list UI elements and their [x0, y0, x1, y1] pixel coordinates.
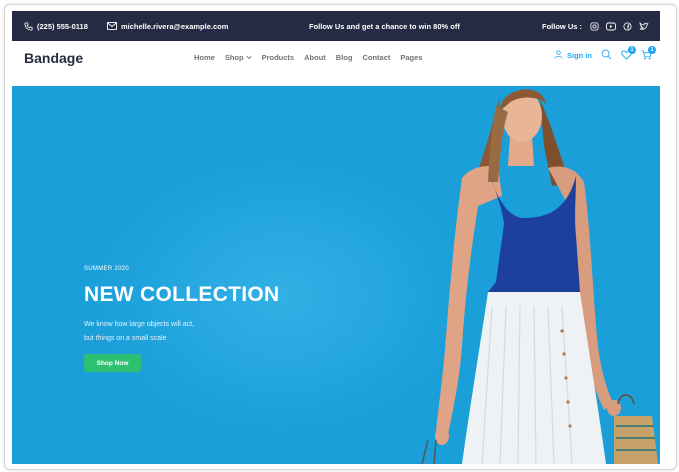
wishlist-count-badge: 1	[628, 45, 636, 54]
cart-count-badge: 1	[648, 45, 656, 54]
brand-logo[interactable]: Bandage	[24, 50, 83, 66]
youtube-icon[interactable]	[606, 22, 616, 31]
hero-banner: SUMMER 2020 NEW COLLECTION We know how l…	[12, 86, 660, 464]
phone-contact[interactable]: (225) 555-0118	[24, 11, 88, 41]
top-bar: (225) 555-0118 michelle.rivera@example.c…	[12, 11, 660, 41]
nav-shop-label: Shop	[224, 53, 244, 62]
cart-button[interactable]: 1	[641, 45, 656, 62]
hero-title: NEW COLLECTION	[84, 283, 280, 306]
nav-shop[interactable]: Shop	[225, 53, 252, 62]
hero-description: We know how large objects will act, but …	[84, 318, 234, 346]
follow-label: Follow Us :	[542, 21, 582, 31]
sign-in-link[interactable]: Sign in	[554, 50, 592, 61]
nav-actions: Sign in 1 1	[554, 45, 656, 62]
nav-products[interactable]: Products	[262, 53, 295, 62]
social-links: Follow Us :	[542, 11, 649, 41]
nav-home[interactable]: Home	[194, 53, 215, 62]
nav-blog[interactable]: Blog	[336, 53, 353, 62]
wishlist-button[interactable]: 1	[621, 45, 636, 62]
main-menu: Home Shop Products About Blog Contact Pa…	[194, 53, 422, 62]
search-icon[interactable]	[601, 49, 612, 62]
hero-description-line-1: We know how large objects will act,	[84, 321, 194, 328]
email-address: michelle.rivera@example.com	[121, 21, 229, 31]
phone-icon	[24, 21, 33, 31]
promo-text: Follow Us and get a chance to win 80% of…	[309, 21, 460, 31]
phone-number: (225) 555-0118	[37, 21, 88, 31]
email-contact[interactable]: michelle.rivera@example.com	[107, 11, 228, 41]
chevron-down-icon	[246, 55, 252, 60]
twitter-icon[interactable]	[639, 21, 649, 31]
sign-in-label: Sign in	[567, 51, 592, 60]
hero-model-image	[421, 89, 658, 464]
hero-season-label: SUMMER 2020	[84, 266, 129, 272]
nav-pages[interactable]: Pages	[400, 53, 422, 62]
instagram-icon[interactable]	[590, 21, 599, 31]
mail-icon	[107, 22, 117, 30]
user-icon	[554, 50, 563, 61]
shop-now-button[interactable]: Shop Now	[84, 354, 141, 372]
main-navbar: Bandage Home Shop Products About Blog Co…	[12, 41, 660, 86]
nav-contact[interactable]: Contact	[362, 53, 390, 62]
facebook-icon[interactable]	[623, 21, 632, 31]
nav-about[interactable]: About	[304, 53, 326, 62]
hero-description-line-2: but things on a small scale	[84, 335, 167, 342]
